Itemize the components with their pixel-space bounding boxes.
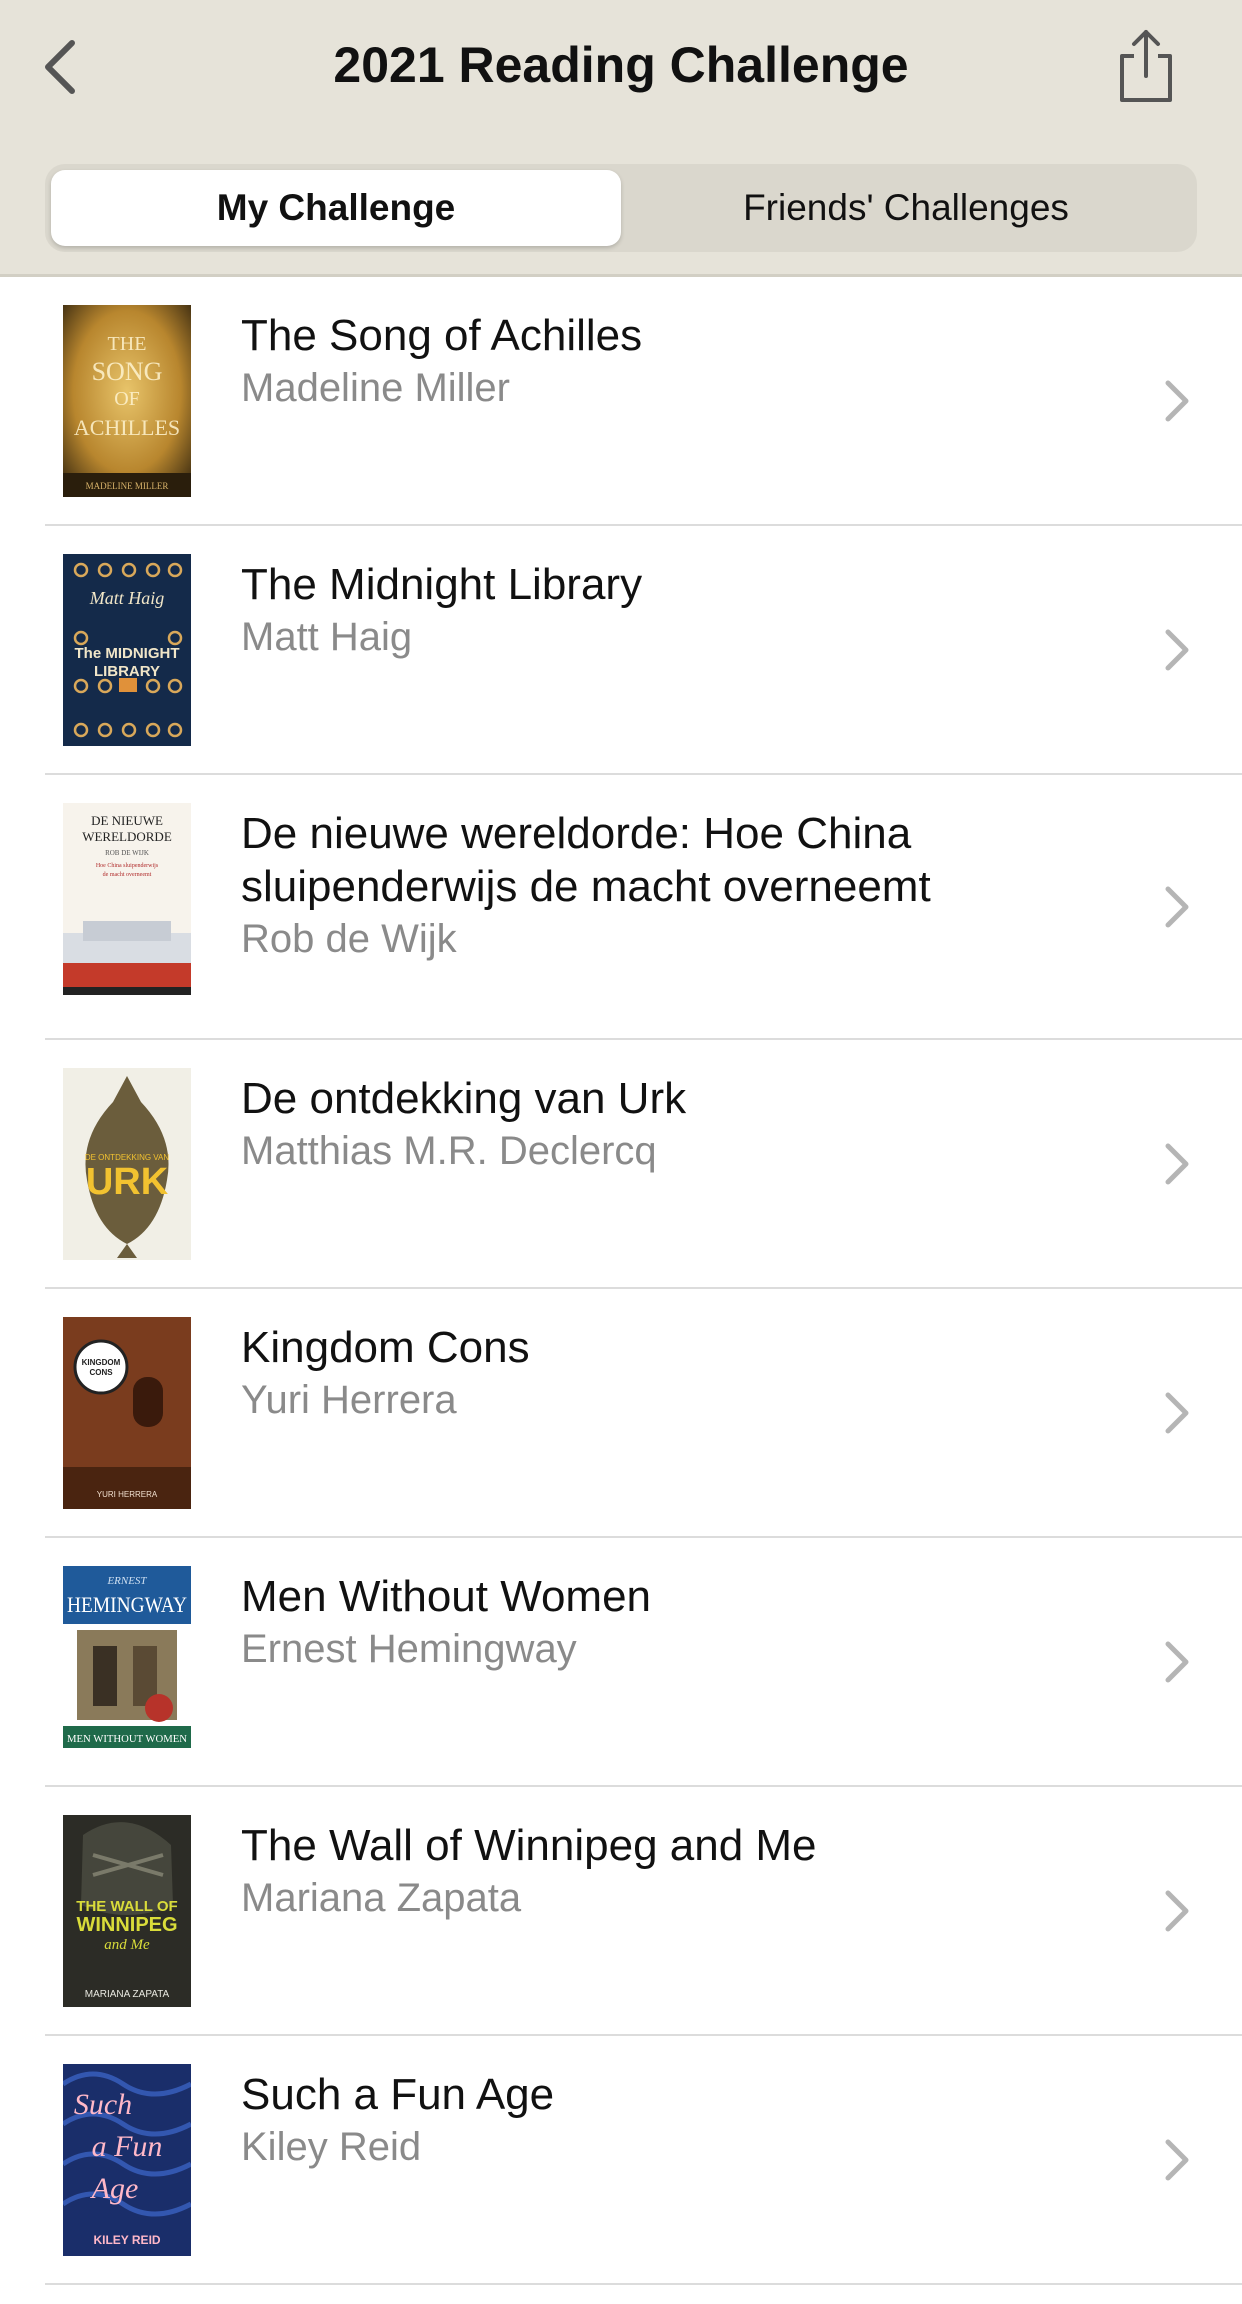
- svg-text:URK: URK: [86, 1161, 169, 1203]
- svg-text:Such: Such: [74, 2088, 132, 2121]
- chevron-right-icon: [1165, 1143, 1189, 1184]
- chevron-right-icon: [1165, 1641, 1189, 1682]
- nav-header: 2021 Reading Challenge My Challenge Frie…: [0, 0, 1242, 277]
- svg-text:KINGDOM: KINGDOM: [82, 1358, 121, 1367]
- book-row-such-a-fun-age[interactable]: Such a Fun Age KILEY REID Such a Fun Age…: [45, 2036, 1242, 2285]
- svg-text:HEMINGWAY: HEMINGWAY: [67, 1592, 187, 1617]
- svg-text:Age: Age: [90, 2172, 139, 2205]
- book-row-men-without-women[interactable]: ERNEST HEMINGWAY MEN WITHOUT WOMEN Men W…: [45, 1538, 1242, 1787]
- svg-text:and Me: and Me: [104, 1937, 150, 1953]
- book-author: Madeline Miller: [241, 366, 510, 410]
- svg-text:ACHILLES: ACHILLES: [74, 415, 180, 440]
- book-row-nieuwe-wereldorde[interactable]: DE NIEUWE WERELDORDE ROB DE WIJK Hoe Chi…: [45, 775, 1242, 1040]
- book-author: Ernest Hemingway: [241, 1627, 577, 1671]
- book-title: The Wall of Winnipeg and Me: [241, 1821, 817, 1870]
- book-cover: DE NIEUWE WERELDORDE ROB DE WIJK Hoe Chi…: [63, 803, 191, 995]
- chevron-right-icon: [1165, 886, 1189, 927]
- book-title: The Midnight Library: [241, 560, 643, 609]
- book-title: The Song of Achilles: [241, 311, 643, 360]
- share-button[interactable]: [1110, 24, 1182, 108]
- book-title: De ontdekking van Urk: [241, 1074, 687, 1123]
- book-cover: ERNEST HEMINGWAY MEN WITHOUT WOMEN: [63, 1566, 191, 1758]
- svg-text:OF: OF: [114, 388, 140, 410]
- svg-text:THE WALL OF: THE WALL OF: [76, 1898, 177, 1915]
- book-row-wall-of-winnipeg[interactable]: THE WALL OF WINNIPEG and Me MARIANA ZAPA…: [45, 1787, 1242, 2036]
- book-cover: DE ONTDEKKING VAN URK: [63, 1068, 191, 1260]
- book-title: Kingdom Cons: [241, 1323, 530, 1372]
- book-author: Mariana Zapata: [241, 1876, 522, 1920]
- svg-text:DE NIEUWE: DE NIEUWE: [91, 813, 163, 828]
- book-author: Rob de Wijk: [241, 917, 457, 961]
- svg-text:LIBRARY: LIBRARY: [94, 663, 160, 680]
- book-cover: KINGDOM CONS YURI HERRERA: [63, 1317, 191, 1509]
- book-list: THE SONG OF ACHILLES MADELINE MILLER The…: [0, 277, 1242, 2285]
- share-icon: [1120, 30, 1172, 102]
- svg-text:YURI HERRERA: YURI HERRERA: [97, 1490, 158, 1499]
- svg-text:ERNEST: ERNEST: [106, 1575, 147, 1587]
- book-cover: THE WALL OF WINNIPEG and Me MARIANA ZAPA…: [63, 1815, 191, 2007]
- svg-text:a Fun: a Fun: [92, 2130, 163, 2163]
- page-title: 2021 Reading Challenge: [333, 37, 909, 93]
- book-title: De nieuwe wereldorde: Hoe China sluipend…: [241, 809, 931, 911]
- chevron-right-icon: [1165, 629, 1189, 670]
- svg-text:MADELINE MILLER: MADELINE MILLER: [86, 481, 169, 491]
- svg-text:KILEY REID: KILEY REID: [93, 2233, 160, 2247]
- book-title: Men Without Women: [241, 1572, 652, 1621]
- chevron-right-icon: [1165, 1890, 1189, 1931]
- book-author: Matthias M.R. Declercq: [241, 1129, 657, 1173]
- book-author: Yuri Herrera: [241, 1378, 457, 1422]
- book-row-ontdekking-van-urk[interactable]: DE ONTDEKKING VAN URK De ontdekking van …: [45, 1040, 1242, 1289]
- book-row-kingdom-cons[interactable]: KINGDOM CONS YURI HERRERA Kingdom Cons Y…: [45, 1289, 1242, 1538]
- book-cover: THE SONG OF ACHILLES MADELINE MILLER: [63, 305, 191, 497]
- book-title: Such a Fun Age: [241, 2070, 555, 2119]
- svg-text:SONG: SONG: [92, 357, 163, 386]
- svg-text:THE: THE: [108, 333, 147, 355]
- svg-text:The MIDNIGHT: The MIDNIGHT: [75, 645, 180, 662]
- challenge-segmented-control: My Challenge Friends' Challenges: [45, 164, 1197, 252]
- svg-text:MEN WITHOUT WOMEN: MEN WITHOUT WOMEN: [67, 1733, 187, 1745]
- book-author: Matt Haig: [241, 615, 413, 659]
- book-cover: Such a Fun Age KILEY REID: [63, 2064, 191, 2256]
- svg-text:ROB DE WIJK: ROB DE WIJK: [105, 849, 149, 857]
- svg-text:WINNIPEG: WINNIPEG: [76, 1914, 177, 1936]
- tab-friends-challenges[interactable]: Friends' Challenges: [621, 170, 1191, 246]
- svg-text:Matt Haig: Matt Haig: [89, 588, 165, 608]
- svg-text:CONS: CONS: [89, 1368, 113, 1377]
- book-row-song-of-achilles[interactable]: THE SONG OF ACHILLES MADELINE MILLER The…: [45, 277, 1242, 526]
- svg-text:Hoe China sluipenderwijs: Hoe China sluipenderwijs: [96, 863, 159, 869]
- chevron-right-icon: [1165, 380, 1189, 421]
- chevron-right-icon: [1165, 2139, 1189, 2180]
- book-cover: Matt Haig The MIDNIGHT LIBRARY: [63, 554, 191, 746]
- svg-text:MARIANA ZAPATA: MARIANA ZAPATA: [85, 1989, 170, 2000]
- book-author: Kiley Reid: [241, 2125, 422, 2169]
- chevron-right-icon: [1165, 1392, 1189, 1433]
- book-row-midnight-library[interactable]: Matt Haig The MIDNIGHT LIBRARY The Midni…: [45, 526, 1242, 775]
- svg-text:WERELDORDE: WERELDORDE: [82, 829, 172, 844]
- tab-my-challenge[interactable]: My Challenge: [51, 170, 621, 246]
- svg-text:de macht overneemt: de macht overneemt: [103, 872, 152, 878]
